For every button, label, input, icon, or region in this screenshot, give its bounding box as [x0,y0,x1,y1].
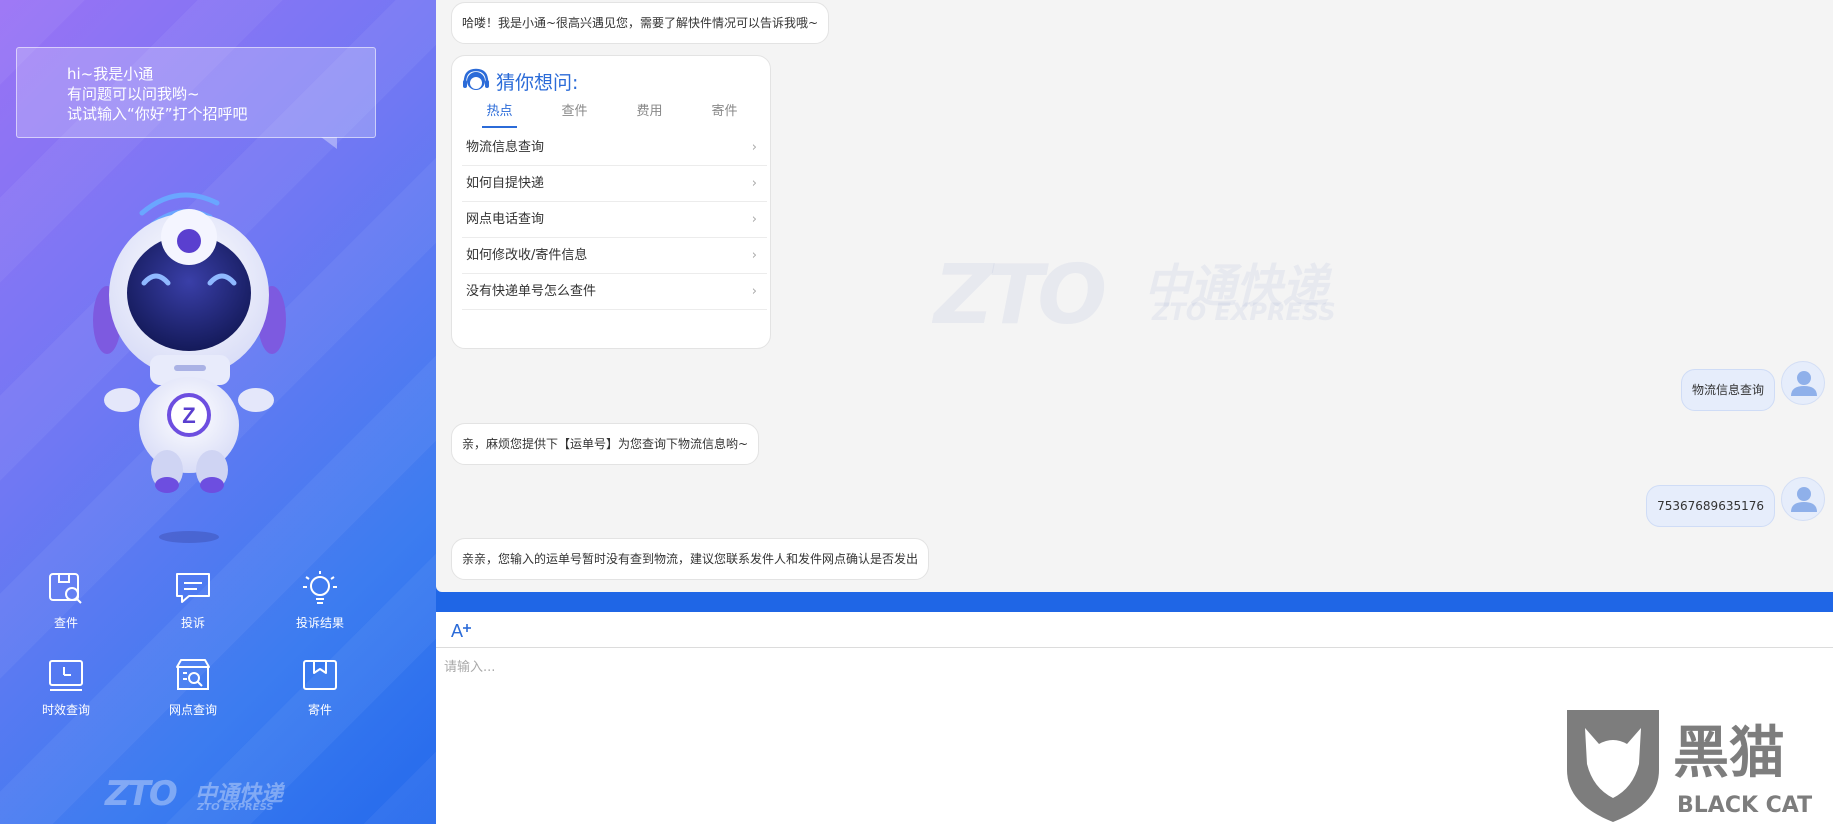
bot-message: 亲亲，您输入的运单号暂时没有查到物流，建议您联系发件人和发件网点确认是否发出 [451,538,930,580]
font-size-icon[interactable]: A [450,618,474,642]
tab-fee[interactable]: 费用 [612,101,687,131]
message-icon [176,573,210,603]
tab-label: 查件 [561,104,588,119]
chevron-right-icon: › [751,212,757,227]
action-label: 时效查询 [41,703,90,717]
watermark-mark: ZTO [934,248,1107,343]
user-avatar [1781,477,1825,521]
tab-label: 热点 [482,101,517,128]
chevron-right-icon: › [751,176,757,191]
question-item[interactable]: 网点电话查询 › [462,202,767,238]
question-item[interactable]: 如何修改收/寄件信息 › [462,238,767,274]
question-item[interactable]: 如何自提快递 › [462,166,767,202]
user-avatar [1781,361,1825,405]
zto-watermark: ZTO 中通快递 ZTO EXPRESS [934,248,1336,343]
zto-logo-mark: ZTO [105,774,178,814]
message-input[interactable] [444,656,1744,806]
tab-label: 寄件 [711,104,738,119]
chevron-right-icon: › [751,248,757,263]
guess-questions-card: 猜你想问: 热点 查件 费用 寄件 物流信息查询 › 如何自提快递 › 网点电话… [451,55,771,349]
action-complaint[interactable]: 投诉 [143,570,243,631]
guess-title: 猜你想问: [496,71,579,94]
user-message: 75367689635176 [1646,485,1775,527]
action-label: 查件 [53,616,78,630]
chevron-right-icon: › [751,140,757,155]
action-label: 投诉 [180,616,205,630]
zto-logo-en: ZTO EXPRESS [197,802,274,813]
chat-panel[interactable]: ZTO 中通快递 ZTO EXPRESS 哈喽！我是小通~很高兴遇见您，需要了解… [436,0,1833,592]
watermark-en: ZTO EXPRESS [1152,298,1336,326]
question-item[interactable]: 没有快递单号怎么查件 › [462,274,767,310]
user-avatar-icon [1791,371,1817,396]
box-icon [303,660,337,690]
question-label: 如何自提快递 [466,176,545,191]
greeting-bubble: hi~我是小通 有问题可以问我哟~ 试试输入“你好”打个招呼吧 [16,47,376,149]
clock-icon [49,660,83,691]
action-label: 投诉结果 [295,616,344,630]
question-label: 网点电话查询 [466,212,545,227]
action-track-package[interactable]: 查件 [16,570,116,631]
customer-service-icon [463,68,489,90]
black-cat-en: BLACK CAT [1677,793,1812,818]
tab-label: 费用 [636,104,663,119]
svg-text:Z: Z [182,403,195,428]
svg-text:A: A [451,621,463,641]
bot-welcome-message: 哈喽！我是小通~很高兴遇见您，需要了解快件情况可以告诉我哦~ [451,2,830,44]
question-label: 物流信息查询 [466,140,545,155]
tab-hot[interactable]: 热点 [462,101,537,131]
black-cat-cn: 黑猫 [1673,721,1785,786]
question-label: 如何修改收/寄件信息 [466,248,588,263]
store-search-icon [176,659,210,690]
question-label: 没有快递单号怎么查件 [466,284,597,299]
black-cat-watermark: 黑猫 BLACK CAT [1567,710,1812,822]
search-package-icon [49,573,82,604]
action-outlet-search[interactable]: 网点查询 [143,657,243,718]
user-message: 物流信息查询 [1680,369,1775,411]
divider-strip [436,592,1833,612]
bot-message: 亲，麻烦您提供下【运单号】为您查询下物流信息哟~ [451,423,760,465]
assistant-sidebar: hi~我是小通 有问题可以问我哟~ 试试输入“你好”打个招呼吧 Z 查件 投诉 … [0,0,436,824]
action-label: 网点查询 [168,703,217,717]
tab-track[interactable]: 查件 [537,101,612,131]
action-delivery-time[interactable]: 时效查询 [16,657,116,718]
guess-header: 猜你想问: [462,66,578,96]
question-item[interactable]: 物流信息查询 › [462,130,767,166]
action-complaint-result[interactable]: 投诉结果 [270,570,370,631]
action-label: 寄件 [307,703,332,717]
greeting-line-1: hi~我是小通 [67,65,154,83]
action-send-package[interactable]: 寄件 [270,657,370,718]
robot-mascot-icon: Z [93,192,286,543]
greeting-line-2: 有问题可以问我哟~ [67,85,200,103]
tab-send[interactable]: 寄件 [687,101,762,131]
chevron-right-icon: › [751,284,757,299]
user-avatar-icon [1791,487,1817,512]
greeting-line-3: 试试输入“你好”打个招呼吧 [67,105,248,123]
lightbulb-icon [303,571,337,604]
input-toolbar: A [436,612,1833,648]
guess-tabs: 热点 查件 费用 寄件 [462,101,762,131]
zto-logo: ZTO 中通快递 ZTO EXPRESS [105,774,283,814]
